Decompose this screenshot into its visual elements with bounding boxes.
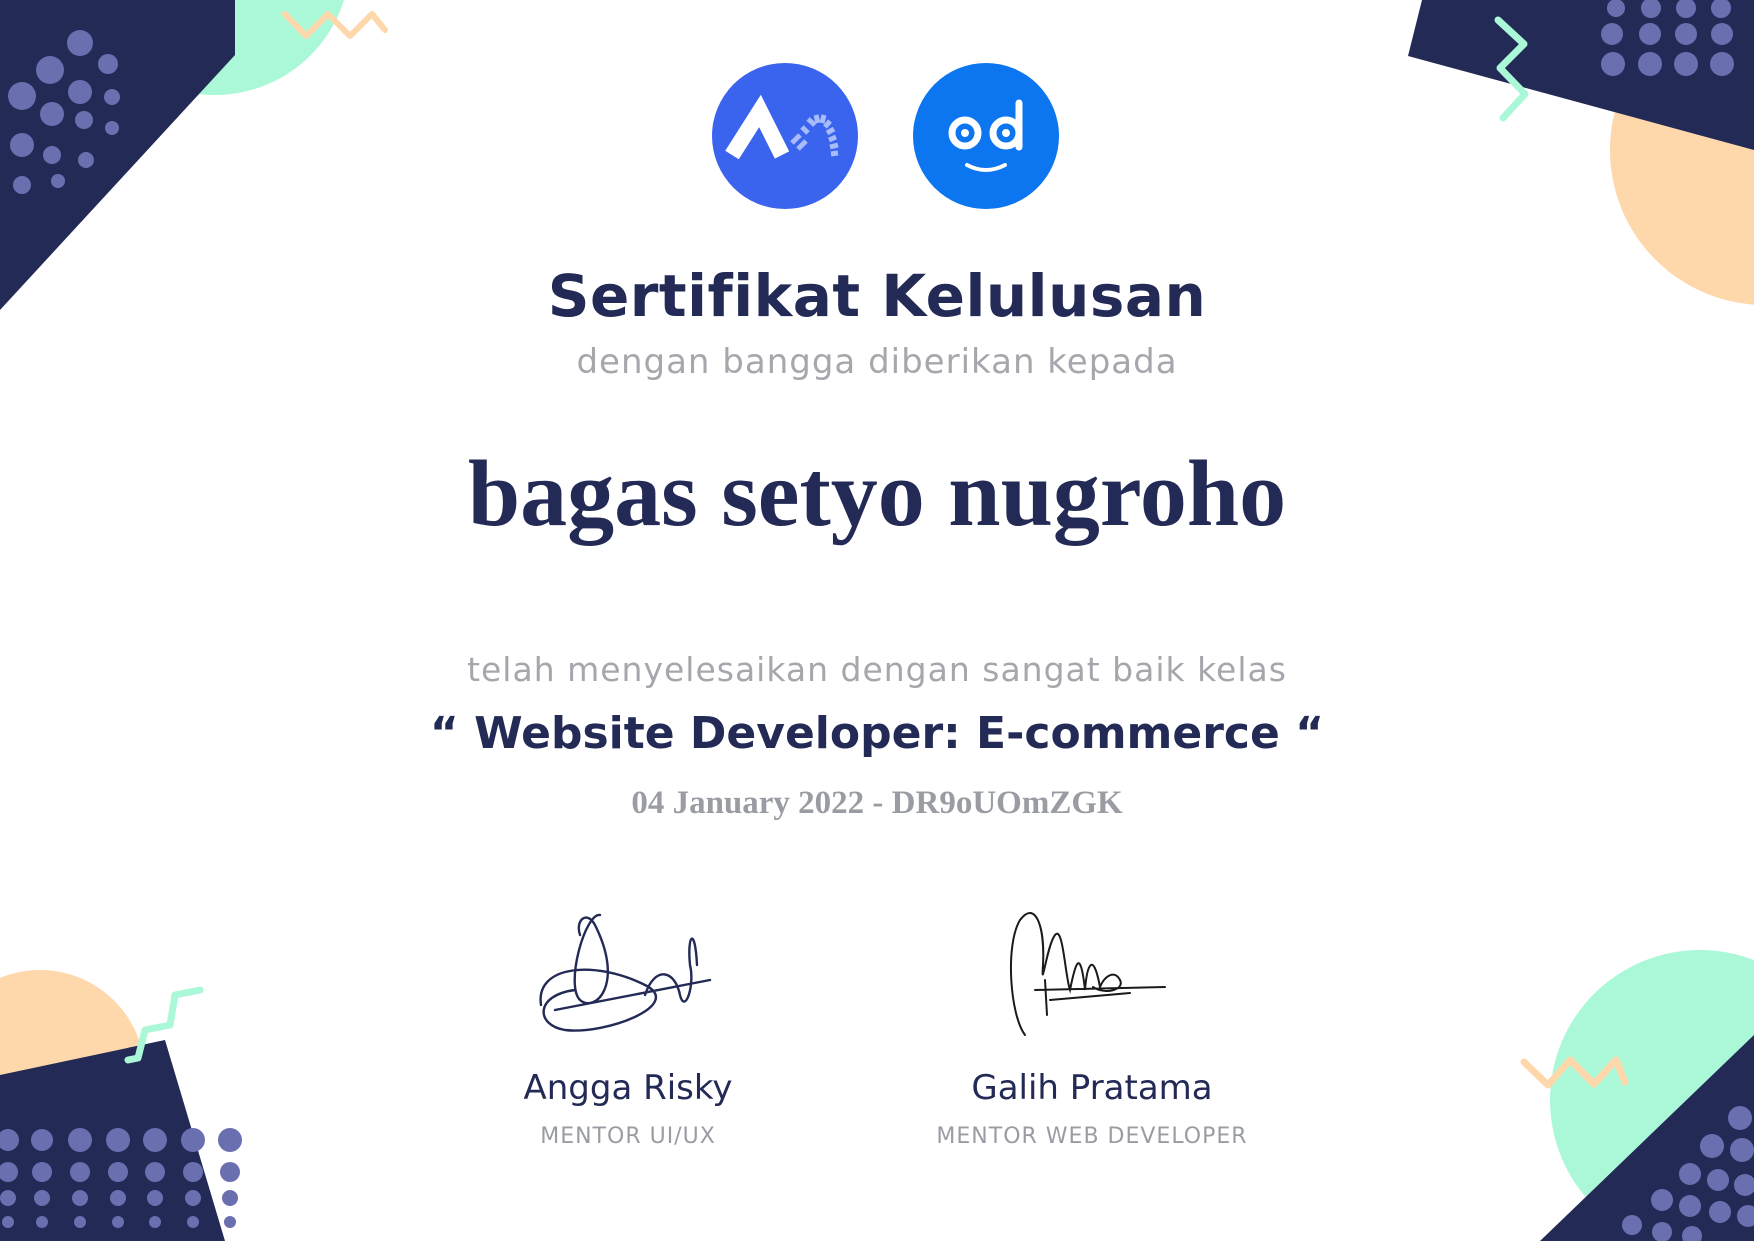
corner-decorations <box>0 0 1754 1241</box>
bottom-right-decoration <box>1520 950 1754 1241</box>
signer-role-1: MENTOR UI/UX <box>540 1124 716 1149</box>
issue-date: 04 January 2022 <box>631 785 865 821</box>
certificate-subtitle: dengan bangga diberikan kepada <box>576 342 1178 382</box>
date-id-separator: - <box>864 785 892 821</box>
signature-angga-risky <box>539 913 712 1032</box>
completion-text: telah menyelesaikan dengan sangat baik k… <box>467 650 1287 689</box>
top-right-decoration <box>1408 0 1754 305</box>
course-title: “ Website Developer: E-commerce “ <box>429 708 1325 759</box>
signer-name-2: Galih Pratama <box>971 1068 1213 1108</box>
certificate-title: Sertifikat Kelulusan <box>547 262 1207 330</box>
signer-role-2: MENTOR WEB DEVELOPER <box>936 1124 1248 1149</box>
bottom-left-decoration <box>0 970 242 1241</box>
certificate-id: DR9oUOmZGK <box>891 785 1123 821</box>
buildwith-angga-logo-icon <box>712 63 858 209</box>
signer-name-1: Angga Risky <box>523 1068 733 1108</box>
signature-galih-pratama <box>1009 912 1166 1036</box>
odeo-smile-logo-icon <box>913 63 1059 209</box>
recipient-name: bagas setyo nugroho <box>467 442 1287 546</box>
certificate-date-and-id: 04 January 2022 - DR9oUOmZGK <box>0 785 1754 822</box>
certificate-page: Sertifikat Kelulusan dengan bangga diber… <box>0 0 1754 1241</box>
